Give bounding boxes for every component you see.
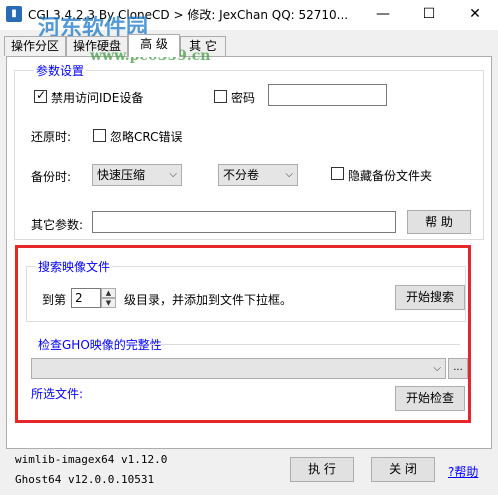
restore-label: 还原时: [31,130,72,144]
browse-button[interactable]: ... [448,358,468,379]
password-field[interactable] [268,84,387,106]
ignore-crc-label: 忽略CRC错误 [110,130,183,144]
disable-ide-checkbox[interactable] [34,88,47,103]
app-icon: ▮ [6,6,22,22]
help-button[interactable]: 帮 助 [407,210,471,234]
ghost-version: Ghost64 v12.0.0.10531 [15,473,155,486]
check-group-divider [150,344,460,345]
search-group-title: 搜索映像文件 [36,258,113,275]
execute-button[interactable]: 执 行 [290,457,354,482]
level-up-button[interactable]: ▲ [101,288,116,298]
wimlib-version: wimlib-imagex64 v1.12.0 [15,453,168,466]
password-checkbox[interactable] [214,90,227,103]
ignore-crc-checkbox[interactable] [93,129,106,142]
hide-folder-checkbox[interactable] [331,167,344,180]
chevron-down-icon: ⌵ [169,169,177,180]
check-file-combo[interactable]: ⌵ [31,358,446,379]
hide-folder-label: 隐藏备份文件夹 [348,169,433,183]
level-down-button[interactable]: ▼ [101,298,116,308]
minimize-button[interactable]: — [360,0,406,30]
close-button[interactable]: 关 闭 [371,457,435,482]
level-stepper-input[interactable]: 2 [71,288,101,308]
start-check-button[interactable]: 开始检查 [395,386,465,411]
compress-select[interactable]: 快速压缩 ⌵ [92,164,182,186]
maximize-button[interactable]: ☐ [406,0,452,30]
help-link[interactable]: ?帮助 [448,463,478,480]
password-label: 密码 [231,91,256,105]
selected-file-label: 所选文件: [31,387,84,401]
close-window-button[interactable]: ✕ [452,0,498,30]
other-params-field[interactable] [92,211,396,233]
tab-partition[interactable]: 操作分区 [4,36,66,56]
other-params-label: 其它参数: [31,218,84,232]
split-select-value: 不分卷 [223,168,260,182]
chevron-down-icon: ⌵ [285,169,293,180]
chevron-down-icon: ⌵ [433,363,441,374]
backup-label: 备份时: [31,170,72,184]
level-description: 级目录，并添加到文件下拉框。 [124,293,293,307]
tab-advanced[interactable]: 高 级 [128,34,180,57]
search-to-label: 到第 [42,293,67,307]
check-group-title: 检查GHO映像的完整性 [36,336,164,353]
start-search-button[interactable]: 开始搜索 [395,285,465,310]
disable-ide-label: 禁用访问IDE设备 [51,91,144,105]
compress-select-value: 快速压缩 [97,168,146,182]
split-select[interactable]: 不分卷 ⌵ [218,164,298,186]
params-group-title: 参数设置 [34,62,87,79]
